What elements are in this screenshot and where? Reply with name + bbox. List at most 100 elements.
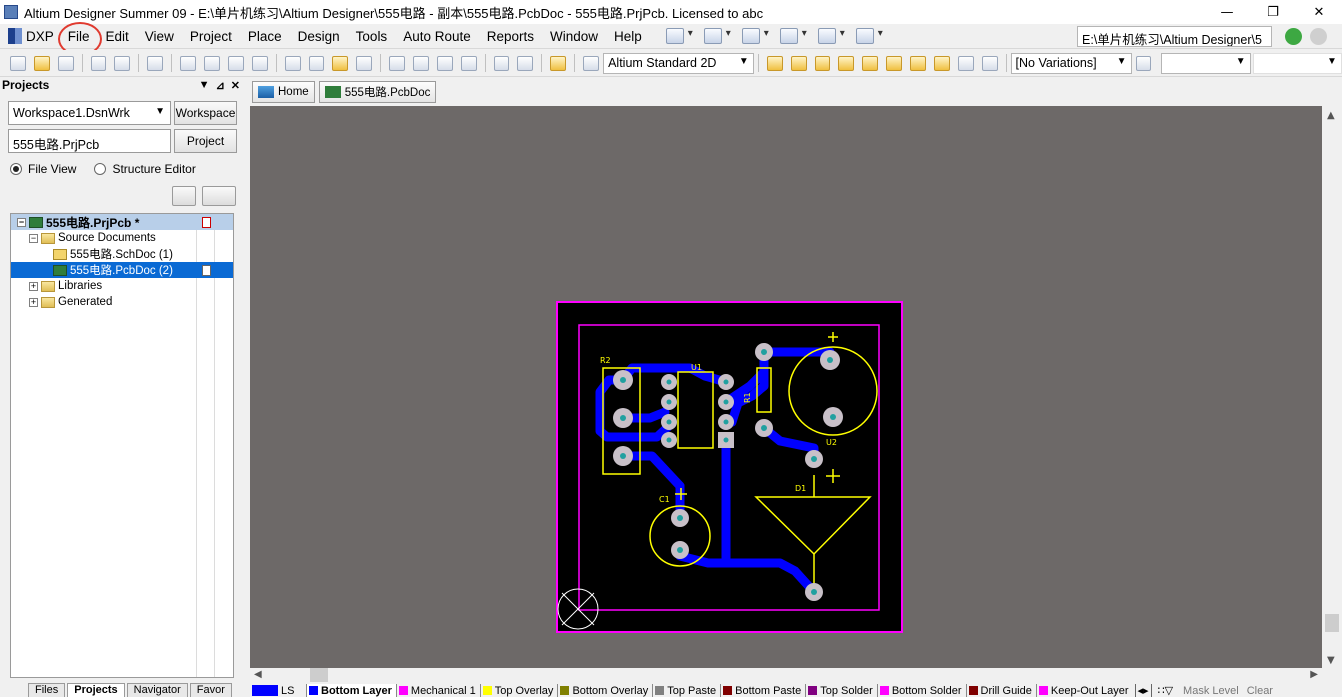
menu-window[interactable]: Window (542, 29, 606, 44)
layer-stack-icon[interactable] (172, 186, 196, 206)
string-icon[interactable] (957, 55, 974, 71)
horizontal-scrollbar[interactable]: ◀ ▶ (250, 668, 1322, 684)
project-field[interactable]: 555电路.PrjPcb (8, 129, 171, 153)
undo-icon[interactable] (493, 55, 510, 71)
menu-place[interactable]: Place (240, 29, 290, 44)
paste-icon[interactable] (332, 55, 349, 71)
tree-source-documents-row[interactable]: − Source Documents (11, 230, 233, 246)
back-icon[interactable] (1285, 28, 1302, 45)
redo-icon[interactable] (517, 55, 534, 71)
zoom-filter-icon[interactable] (251, 55, 268, 71)
menu-help[interactable]: Help (606, 29, 650, 44)
tab-navigator[interactable]: Navigator (126, 683, 188, 697)
tree-pcbdoc-row[interactable]: 555电路.PcbDoc (2) (11, 262, 233, 278)
move-icon[interactable] (413, 55, 429, 71)
layer-tab[interactable]: Bottom Solder (876, 684, 966, 697)
scroll-thumb[interactable] (1325, 614, 1339, 632)
copy-icon[interactable] (308, 55, 325, 71)
menu-project[interactable]: Project (182, 29, 240, 44)
file-view-radio[interactable] (10, 163, 22, 175)
layer-tab[interactable]: Top Solder (805, 684, 877, 697)
pencil-icon[interactable] (665, 28, 693, 44)
browse-components-icon[interactable] (583, 55, 600, 71)
panel-menu-icon[interactable]: ▼ (199, 79, 210, 92)
pin-icon[interactable]: ⊿ (216, 79, 225, 92)
collapse-icon[interactable]: − (29, 233, 38, 243)
menu-auto-route[interactable]: Auto Route (395, 29, 479, 44)
filter-combo[interactable]: ▼ (1161, 52, 1251, 74)
restore-button[interactable]: ❐ (1250, 0, 1296, 24)
menu-file[interactable]: File (57, 21, 102, 56)
rubber-stamp-icon[interactable] (356, 55, 373, 71)
filter-combo-2[interactable]: ▼ (1252, 52, 1342, 74)
multi-route-icon[interactable] (790, 55, 807, 71)
tree-libraries-row[interactable]: + Libraries (11, 278, 233, 294)
zoom-area-icon[interactable] (204, 55, 220, 71)
scroll-left-icon[interactable]: ◀ (254, 669, 262, 680)
menu-design[interactable]: Design (290, 29, 348, 44)
close-button[interactable]: ✕ (1296, 0, 1342, 24)
menu-edit[interactable]: Edit (98, 29, 137, 44)
layer-tab[interactable]: Mechanical 1 (395, 684, 480, 697)
scroll-right-icon[interactable]: ▶ (1310, 669, 1318, 680)
tab-home[interactable]: Home (252, 80, 315, 103)
path-field[interactable]: E:\单片机练习\Altium Designer\5 (1077, 26, 1272, 47)
collapse-icon[interactable]: − (17, 217, 26, 227)
pcb-editor-canvas[interactable]: R2 U1 R1 U2 C1 D1 (250, 106, 1322, 668)
print-preview-icon[interactable] (114, 55, 131, 71)
vertical-scrollbar[interactable]: ▲ ▼ (1322, 106, 1342, 668)
layer-tab[interactable]: Bottom Paste (720, 684, 805, 697)
open-folder-icon[interactable] (33, 55, 50, 71)
component-icon[interactable] (981, 55, 998, 71)
tab-favorites[interactable]: Favor (189, 683, 232, 697)
tree-project-row[interactable]: − 555电路.PrjPcb * (11, 214, 233, 230)
arc-icon[interactable] (886, 55, 903, 71)
polygon-icon[interactable] (933, 55, 950, 71)
scroll-up-icon[interactable]: ▲ (1327, 110, 1335, 121)
view-config-combo[interactable]: Altium Standard 2D ▼ (603, 52, 754, 74)
expand-icon[interactable]: + (29, 281, 38, 291)
align-icon[interactable] (703, 28, 731, 44)
workspace-combo[interactable]: Workspace1.DsnWrk ▼ (8, 101, 171, 125)
tree-schdoc-row[interactable]: 555电路.SchDoc (1) (11, 246, 233, 262)
cut-icon[interactable] (284, 55, 301, 71)
menu-reports[interactable]: Reports (479, 29, 542, 44)
menu-dxp[interactable]: DXP (8, 28, 60, 44)
snap-icon[interactable]: ∷▽ (1158, 684, 1173, 697)
via-icon[interactable] (862, 55, 879, 71)
variant-manager-icon[interactable] (1135, 55, 1152, 71)
pad-icon[interactable] (838, 55, 855, 71)
tree-generated-row[interactable]: + Generated (11, 294, 233, 310)
grid-icon[interactable] (855, 28, 883, 44)
layer-tab[interactable]: Top Paste (652, 684, 720, 697)
layer-tab[interactable]: Top Overlay (479, 684, 558, 697)
deselect-icon[interactable] (436, 55, 453, 71)
new-file-icon[interactable] (9, 55, 26, 71)
interactive-route-icon[interactable] (766, 55, 783, 71)
minimize-button[interactable]: — (1204, 0, 1250, 24)
zoom-fit-icon[interactable] (180, 55, 197, 71)
tab-projects[interactable]: Projects (67, 683, 125, 697)
variations-combo[interactable]: [No Variations] ▼ (1010, 52, 1132, 74)
print-icon[interactable] (90, 55, 107, 71)
layer-tab[interactable]: Bottom Overlay (557, 684, 652, 697)
scroll-down-icon[interactable]: ▼ (1327, 655, 1335, 666)
tab-pcbdoc[interactable]: 555电路.PcbDoc (318, 80, 437, 103)
expand-icon[interactable]: + (29, 297, 38, 307)
clear-selection-icon[interactable] (460, 55, 477, 71)
project-button[interactable]: Project (174, 129, 237, 153)
structure-editor-radio[interactable] (94, 163, 107, 175)
layer-tab[interactable]: Drill Guide (965, 684, 1036, 697)
select-area-icon[interactable] (389, 55, 405, 71)
layers-3d-icon[interactable] (147, 55, 164, 71)
layer-scroll-icon[interactable]: ◂▸ (1134, 684, 1152, 697)
save-icon[interactable] (57, 55, 74, 71)
menu-view[interactable]: View (137, 29, 182, 44)
crossprobe-icon[interactable] (550, 55, 567, 71)
layer-set-button[interactable]: LS (252, 684, 306, 697)
tab-files[interactable]: Files (28, 683, 66, 697)
scroll-thumb[interactable] (310, 668, 328, 682)
layer-tab[interactable]: Keep-Out Layer (1035, 684, 1133, 697)
clear-button[interactable]: Clear (1247, 685, 1273, 697)
select-text-icon[interactable] (741, 28, 769, 44)
